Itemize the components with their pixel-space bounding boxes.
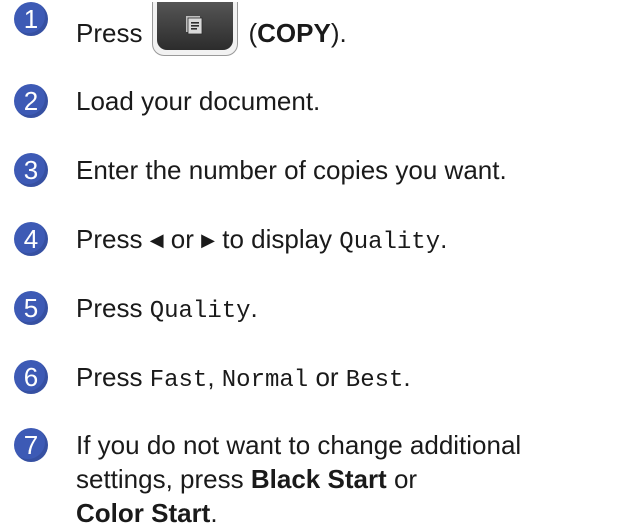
settings-press-text: settings, press — [76, 464, 244, 494]
step-text: Press Quality. — [76, 291, 258, 329]
step-5: 5 Press Quality. — [14, 291, 258, 329]
step-4: 4 Press ◀ or ▶ to display Quality. — [14, 222, 447, 260]
step-number: 3 — [14, 153, 48, 187]
or-word: or — [315, 362, 339, 392]
step-text: Press Fast, Normal or Best. — [76, 360, 411, 398]
or-word: or — [393, 464, 418, 494]
period: . — [403, 362, 411, 392]
step-number: 1 — [14, 2, 48, 36]
press-word: Press — [76, 18, 143, 48]
or-word: or — [170, 224, 194, 254]
step-3: 3 Enter the number of copies you want. — [14, 153, 507, 187]
copy-key-button — [152, 2, 239, 56]
step-number: 2 — [14, 84, 48, 118]
quality-option: Quality — [149, 298, 251, 325]
copy-key-label: COPY — [257, 18, 331, 48]
step-text: If you do not want to change additional … — [76, 428, 596, 530]
step-7-line-3: Color Start. — [76, 496, 596, 530]
step-number: 5 — [14, 291, 48, 325]
copy-icon — [186, 16, 203, 35]
black-start-key: Black Start — [250, 464, 387, 494]
to-display-text: to display — [222, 224, 333, 254]
right-arrow-icon: ▶ — [201, 230, 215, 250]
paren-close: ). — [330, 18, 347, 48]
best-option: Best — [345, 367, 404, 394]
period: . — [440, 224, 448, 254]
step-2: 2 Load your document. — [14, 84, 320, 118]
step-1: 1 Press (COPY). — [14, 2, 347, 56]
comma: , — [207, 362, 215, 392]
step-text: Enter the number of copies you want. — [76, 155, 507, 185]
step-number: 4 — [14, 222, 48, 256]
left-arrow-icon: ◀ — [149, 230, 164, 250]
instruction-steps: 1 Press (COPY). 2 Load your document. 3 … — [0, 0, 619, 529]
quality-option: Quality — [339, 229, 441, 256]
step-number: 7 — [14, 428, 48, 462]
step-7: 7 If you do not want to change additiona… — [14, 428, 596, 530]
press-word: Press — [76, 224, 143, 254]
period: . — [210, 498, 218, 528]
press-word: Press — [76, 293, 143, 323]
step-text: Press (COPY). — [76, 2, 347, 56]
color-start-key: Color Start — [76, 498, 211, 528]
step-7-line-2: settings, press Black Start or — [76, 462, 596, 496]
step-7-line-1: If you do not want to change additional — [76, 430, 522, 460]
copy-key-face — [157, 2, 234, 50]
step-number: 6 — [14, 360, 48, 394]
press-word: Press — [76, 362, 143, 392]
step-text: Press ◀ or ▶ to display Quality. — [76, 222, 447, 260]
normal-option: Normal — [221, 367, 309, 394]
period: . — [250, 293, 258, 323]
step-6: 6 Press Fast, Normal or Best. — [14, 360, 411, 398]
fast-option: Fast — [149, 367, 208, 394]
paren-open: ( — [248, 18, 258, 48]
step-text: Load your document. — [76, 86, 321, 116]
